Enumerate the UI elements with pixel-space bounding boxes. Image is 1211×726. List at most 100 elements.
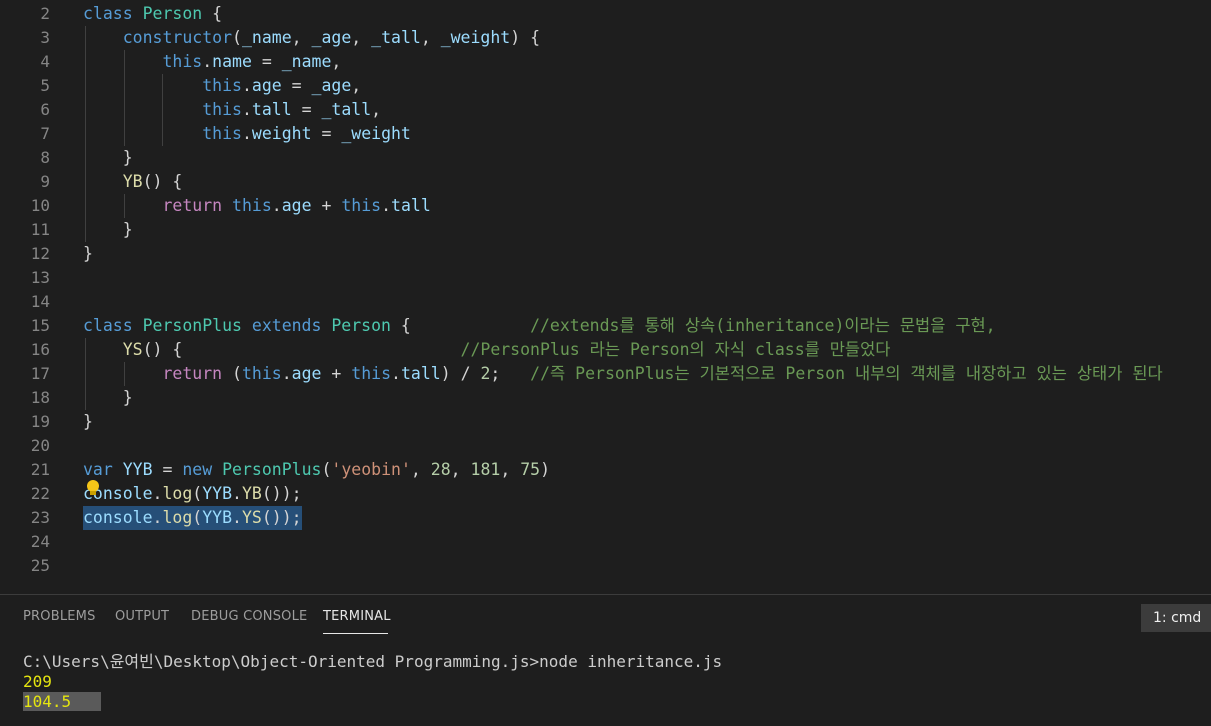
code-token: +: [321, 364, 352, 383]
code-token: }: [83, 148, 133, 167]
code-token: _weight: [341, 124, 411, 143]
tab-terminal[interactable]: TERMINAL: [323, 609, 391, 624]
code-token: this: [232, 196, 272, 215]
code-line[interactable]: 17 return (this.age + this.tall) / 2; //…: [0, 362, 1211, 386]
code-token: age: [281, 196, 312, 215]
code-line[interactable]: 25: [0, 554, 1211, 578]
code-line[interactable]: 11 }: [0, 218, 1211, 242]
code-token: =: [251, 52, 282, 71]
code-line[interactable]: 8 }: [0, 146, 1211, 170]
code-token: var: [83, 460, 113, 479]
line-number: 17: [30, 364, 50, 383]
code-token: .: [241, 100, 252, 119]
code-token: .: [391, 364, 401, 383]
code-token: 181: [470, 460, 501, 479]
line-number: 3: [40, 28, 50, 47]
code-text: this.age = _age,: [83, 74, 361, 98]
line-number: 2: [40, 4, 50, 23]
code-token: (: [192, 484, 203, 503]
terminal-line: 104.5: [23, 692, 102, 712]
code-line[interactable]: 24: [0, 530, 1211, 554]
code-token: ,: [291, 28, 312, 47]
code-text: }: [83, 410, 93, 434]
code-line[interactable]: 2 class Person {: [0, 2, 1211, 26]
code-line[interactable]: 20: [0, 434, 1211, 458]
tab-problems[interactable]: PROBLEMS: [23, 609, 96, 624]
code-token: console: [83, 508, 153, 527]
code-token: Person: [331, 316, 391, 335]
code-line[interactable]: 18 }: [0, 386, 1211, 410]
active-tab-indicator: [323, 633, 388, 634]
line-number: 6: [40, 100, 50, 119]
code-editor[interactable]: 2 class Person {3 constructor(_name, _age…: [0, 0, 1211, 594]
terminal-select[interactable]: 1: cmd: [1141, 604, 1211, 632]
code-line[interactable]: 3 constructor(_name, _age, _tall, _weigh…: [0, 26, 1211, 50]
code-token: ,: [420, 28, 441, 47]
code-line[interactable]: 13: [0, 266, 1211, 290]
code-text: class Person {: [83, 2, 222, 26]
code-token: _tall: [321, 100, 372, 119]
tab-debug-console[interactable]: DEBUG CONSOLE: [191, 609, 307, 624]
code-line[interactable]: 7 this.weight = _weight: [0, 122, 1211, 146]
code-token: .: [381, 196, 392, 215]
line-number: 5: [40, 76, 50, 95]
code-token: ;: [490, 364, 531, 383]
tab-output[interactable]: OUTPUT: [115, 609, 169, 624]
code-token: //즉 PersonPlus는 기본적으로 Person 내부의 객체를 내장하…: [530, 364, 1163, 383]
bottom-panel: PROBLEMS OUTPUT DEBUG CONSOLE TERMINAL 1…: [0, 594, 1211, 726]
code-text: class PersonPlus extends Person { //exte…: [83, 314, 996, 338]
code-token: this: [202, 124, 242, 143]
code-token: 'yeobin': [331, 460, 411, 479]
code-token: YS: [122, 340, 143, 359]
code-line[interactable]: 12}: [0, 242, 1211, 266]
code-token: PersonPlus: [222, 460, 322, 479]
code-line[interactable]: 4 this.name = _name,: [0, 50, 1211, 74]
code-token: {: [202, 4, 223, 23]
line-number: 16: [30, 340, 50, 359]
code-token: tall: [391, 196, 431, 215]
code-token: (: [321, 460, 332, 479]
code-token: .: [202, 52, 213, 71]
code-line[interactable]: 16 YS() { //PersonPlus 라는 Person의 자식 cla…: [0, 338, 1211, 362]
line-number: 14: [30, 292, 50, 311]
code-line[interactable]: 14: [0, 290, 1211, 314]
code-token: ,: [351, 28, 372, 47]
code-token: =: [281, 76, 312, 95]
line-number: 4: [40, 52, 50, 71]
code-line[interactable]: 21 var YYB = new PersonPlus('yeobin', 28,…: [0, 458, 1211, 482]
code-token: .: [241, 124, 252, 143]
code-token: ) {: [510, 28, 541, 47]
code-line[interactable]: 10 return this.age + this.tall: [0, 194, 1211, 218]
code-line[interactable]: 6 this.tall = _tall,: [0, 98, 1211, 122]
code-line[interactable]: 22 console.log(YYB.YB());: [0, 482, 1211, 506]
code-token: .: [232, 508, 242, 527]
code-token: ());: [261, 484, 302, 503]
code-line[interactable]: 5 this.age = _age,: [0, 74, 1211, 98]
code-token: this: [162, 52, 203, 71]
code-token: () {: [142, 340, 461, 359]
code-line[interactable]: 9 YB() {: [0, 170, 1211, 194]
line-number: 23: [30, 508, 50, 527]
code-line[interactable]: 23 console.log(YYB.YS());: [0, 506, 1211, 530]
code-token: .: [152, 484, 163, 503]
code-line[interactable]: 15 class PersonPlus extends Person { //ex…: [0, 314, 1211, 338]
code-token: log: [162, 484, 193, 503]
code-token: _age: [311, 76, 352, 95]
code-token: .: [232, 484, 242, 503]
code-token: YB: [122, 172, 143, 191]
code-token: log: [162, 508, 193, 527]
code-text: console.log(YYB.YS());: [83, 506, 302, 530]
line-number: 13: [30, 268, 50, 287]
code-token: ,: [500, 460, 521, 479]
code-token: //extends를 통해 상속(inheritance)이라는 문법을 구현,: [530, 316, 996, 335]
code-token: _age: [311, 28, 352, 47]
code-line[interactable]: 19}: [0, 410, 1211, 434]
